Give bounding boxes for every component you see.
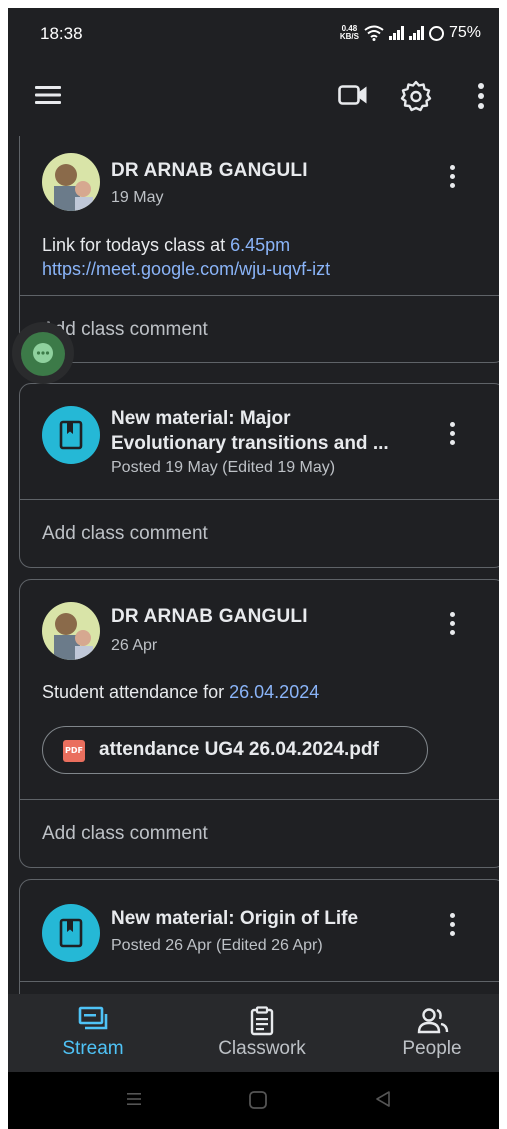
floating-chat-bubble[interactable]	[12, 322, 74, 384]
people-icon	[417, 1008, 449, 1034]
nav-stream-label: Stream	[62, 1038, 124, 1059]
post-author: DR ARNAB GANGULI	[111, 160, 308, 181]
post-more-icon[interactable]	[445, 422, 459, 448]
signal-icon-1	[388, 26, 404, 40]
chat-bubble-icon	[21, 332, 65, 376]
material-title: New material: Origin of Life	[111, 908, 359, 929]
nav-classwork-label: Classwork	[218, 1038, 306, 1059]
post-author: DR ARNAB GANGULI	[111, 606, 308, 627]
avatar	[42, 153, 100, 211]
nav-stream[interactable]: Stream	[23, 994, 163, 1072]
material-title-line-2: Evolutionary transitions and ...	[111, 433, 389, 454]
attachment-chip[interactable]: PDF attendance UG4 26.04.2024.pdf	[42, 726, 428, 774]
announcement-card[interactable]: DR ARNAB GANGULI 26 Apr Student attendan…	[19, 579, 499, 868]
network-speed: 0.48 KB/S	[340, 25, 359, 41]
book-icon	[59, 918, 83, 948]
status-time: 18:38	[40, 24, 83, 43]
add-comment-button[interactable]: Add class comment	[42, 523, 208, 545]
back-icon[interactable]	[374, 1090, 392, 1108]
app-screen: 18:38 0.48 KB/S 75% DR ARNAB GANGULI 19 …	[8, 8, 499, 1129]
material-icon	[42, 904, 100, 962]
battery-icon	[428, 25, 444, 41]
post-more-icon[interactable]	[445, 165, 459, 191]
battery-level: 75%	[448, 24, 481, 41]
menu-icon[interactable]	[35, 80, 61, 110]
material-icon	[42, 406, 100, 464]
avatar	[42, 602, 100, 660]
top-app-bar	[8, 58, 499, 136]
post-more-icon[interactable]	[445, 913, 459, 939]
divider	[20, 295, 499, 296]
book-icon	[59, 420, 83, 450]
meet-link[interactable]: https://meet.google.com/wju-uqvf-izt	[42, 259, 330, 279]
material-card[interactable]: New material: Major Evolutionary transit…	[19, 383, 499, 568]
network-speed-unit: KB/S	[339, 32, 359, 41]
material-card[interactable]: New material: Origin of Life Posted 26 A…	[19, 879, 499, 994]
pdf-icon: PDF	[63, 740, 85, 762]
status-icons: 0.48 KB/S 75%	[340, 24, 481, 42]
avatar-photo-icon	[42, 153, 100, 211]
system-navigation-bar	[8, 1072, 499, 1129]
post-more-icon[interactable]	[445, 612, 459, 638]
post-body: Link for todays class at 6.45pm https://…	[42, 233, 330, 281]
date-link[interactable]: 26.04.2024	[229, 682, 319, 702]
post-body: Student attendance for 26.04.2024	[42, 680, 319, 704]
nav-people[interactable]: People	[362, 994, 499, 1072]
post-time-link[interactable]: 6.45pm	[230, 235, 290, 255]
material-subtitle: Posted 26 Apr (Edited 26 Apr)	[111, 937, 323, 954]
settings-icon[interactable]	[400, 80, 432, 112]
more-vert-icon[interactable]	[474, 80, 488, 112]
divider	[20, 799, 499, 800]
recents-icon[interactable]	[125, 1090, 143, 1108]
home-icon[interactable]	[248, 1090, 268, 1110]
post-text: Student attendance for	[42, 682, 230, 702]
material-title-line-1: New material: Major	[111, 408, 291, 429]
stream-icon	[78, 1006, 108, 1030]
status-bar: 18:38 0.48 KB/S 75%	[8, 8, 499, 58]
divider	[20, 981, 499, 982]
nav-people-label: People	[402, 1038, 462, 1059]
divider	[20, 499, 499, 500]
post-date: 19 May	[111, 189, 164, 206]
classwork-icon	[250, 1006, 274, 1036]
wifi-icon	[364, 25, 384, 41]
stream-feed: DR ARNAB GANGULI 19 May Link for todays …	[8, 136, 499, 994]
video-camera-icon[interactable]	[338, 80, 368, 110]
nav-classwork[interactable]: Classwork	[192, 994, 332, 1072]
add-comment-button[interactable]: Add class comment	[42, 823, 208, 845]
signal-icon-2	[408, 26, 424, 40]
post-text: Link for todays class at	[42, 235, 231, 255]
material-subtitle: Posted 19 May (Edited 19 May)	[111, 459, 336, 476]
bottom-navigation: Stream Classwork People	[8, 994, 499, 1072]
announcement-card[interactable]: DR ARNAB GANGULI 19 May Link for todays …	[19, 136, 499, 363]
attachment-name: attendance UG4 26.04.2024.pdf	[99, 739, 379, 760]
post-date: 26 Apr	[111, 637, 158, 654]
avatar-photo-icon	[42, 602, 100, 660]
